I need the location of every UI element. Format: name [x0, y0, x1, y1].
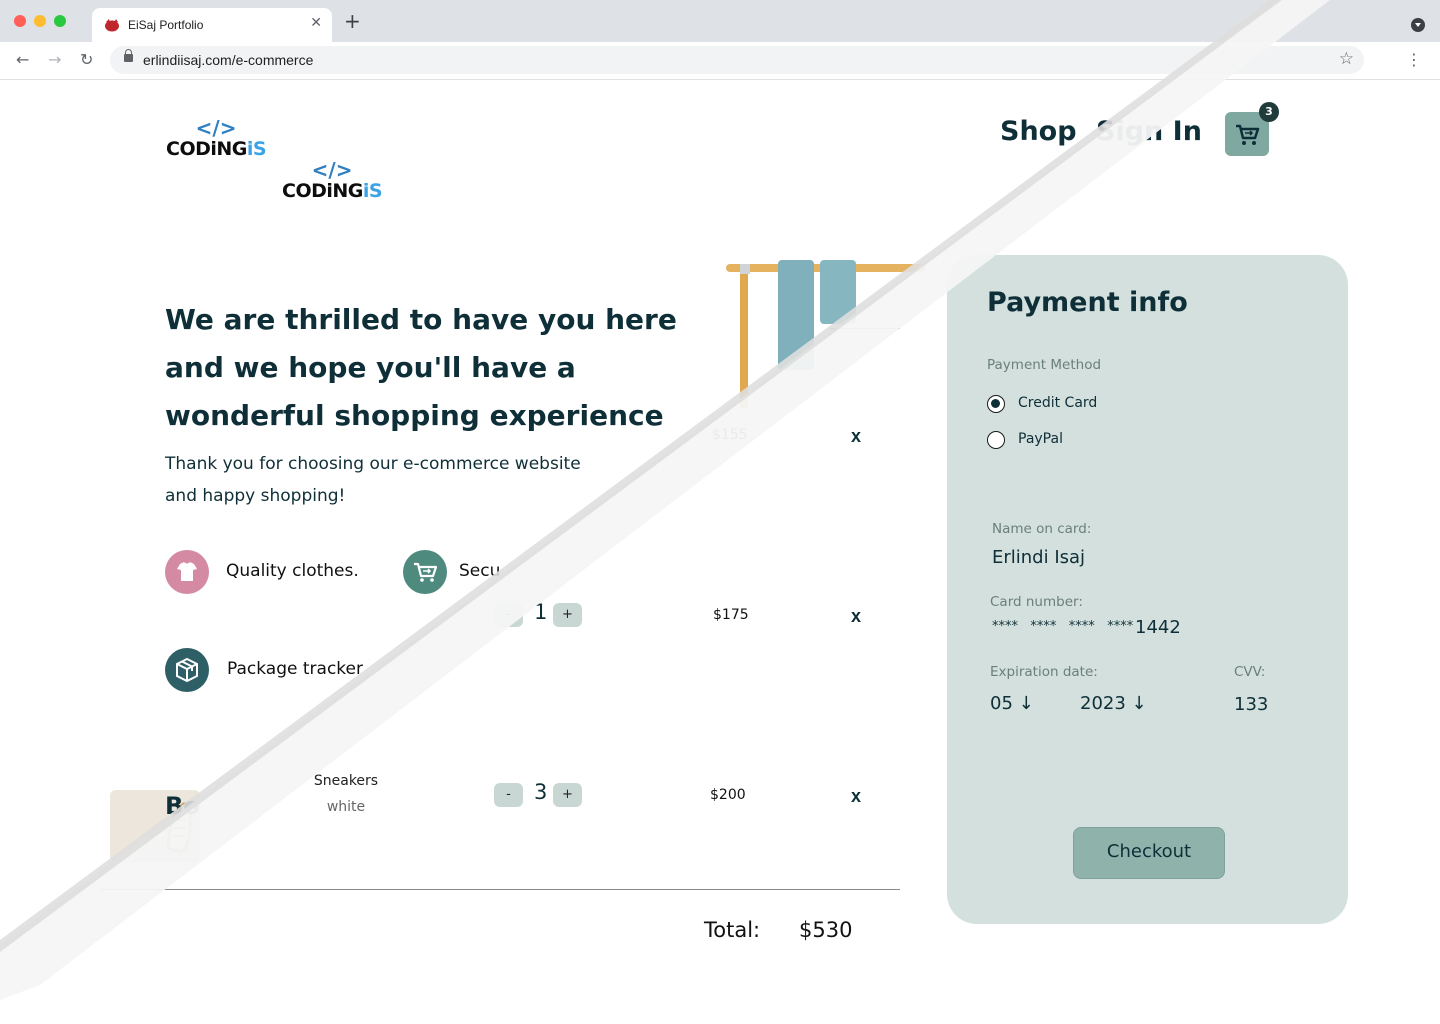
- favicon-icon: [105, 19, 119, 32]
- item-price: $200: [710, 787, 746, 803]
- cvv-label: CVV:: [1234, 664, 1266, 680]
- total-label: Total:: [704, 918, 761, 942]
- maximize-window-button[interactable]: [54, 15, 66, 27]
- card-number-masked[interactable]: **** **** **** ****: [992, 619, 1133, 634]
- address-bar[interactable]: erlindiisaj.com/e-commerce ☆: [110, 46, 1364, 74]
- cart-count-badge: 3: [1259, 102, 1279, 122]
- back-arrow-icon[interactable]: ←: [16, 50, 29, 69]
- cvv-input[interactable]: 133: [1234, 694, 1268, 715]
- checkout-button[interactable]: Checkout: [1073, 827, 1225, 879]
- radio-paypal[interactable]: [987, 431, 1005, 449]
- name-on-card-input[interactable]: Erlindi Isaj: [992, 547, 1085, 568]
- increase-qty-button[interactable]: +: [553, 603, 582, 627]
- close-tab-icon[interactable]: ✕: [310, 15, 322, 31]
- expiration-year-select[interactable]: 2023 ↓: [1080, 693, 1147, 714]
- total-value: $530: [799, 918, 853, 942]
- new-tab-icon[interactable]: +: [344, 11, 361, 31]
- expiration-month-select[interactable]: 05 ↓: [990, 693, 1034, 714]
- tab-title: EiSaj Portfolio: [128, 18, 204, 32]
- expiration-label: Expiration date:: [990, 664, 1098, 680]
- logo-code-icon: </>: [195, 116, 237, 140]
- feature-label: Package tracker: [227, 659, 363, 679]
- tshirt-icon: [165, 550, 209, 594]
- card-number-last4[interactable]: 1442: [1135, 617, 1181, 638]
- bookmark-star-icon[interactable]: ☆: [1339, 49, 1354, 69]
- cart-total-divider: [100, 889, 900, 890]
- browser-tab-bar: EiSaj Portfolio ✕ +: [0, 0, 1440, 42]
- browser-menu-icon[interactable]: ⋮: [1406, 50, 1422, 69]
- url-text: erlindiisaj.com/e-commerce: [143, 52, 314, 68]
- forward-arrow-icon[interactable]: →: [48, 50, 61, 69]
- nav-shop-link[interactable]: Shop: [1000, 116, 1077, 147]
- hero-subtitle: Thank you for choosing our e-commerce we…: [165, 454, 581, 506]
- browser-tab[interactable]: EiSaj Portfolio ✕: [92, 8, 332, 42]
- cart-divider: [830, 328, 900, 329]
- item-color: white: [326, 799, 366, 815]
- remove-item-button[interactable]: x: [851, 786, 861, 807]
- logo[interactable]: </> CODiNGiS: [166, 116, 267, 160]
- decrease-qty-button[interactable]: -: [494, 603, 523, 627]
- tab-search-icon[interactable]: [1411, 18, 1425, 32]
- reload-icon[interactable]: ↻: [80, 50, 93, 69]
- close-window-button[interactable]: [14, 15, 26, 27]
- logo-code-icon: </>: [311, 158, 353, 182]
- nav-sign-in-link[interactable]: Sign In: [1096, 116, 1202, 147]
- lock-icon: [124, 49, 133, 62]
- payment-method-label: Payment Method: [987, 357, 1102, 373]
- card-number-label: Card number:: [990, 594, 1083, 610]
- minimize-window-button[interactable]: [34, 15, 46, 27]
- radio-credit-card[interactable]: [987, 395, 1005, 413]
- increase-qty-button[interactable]: +: [553, 783, 582, 807]
- payment-title: Payment info: [987, 287, 1188, 318]
- remove-item-button[interactable]: x: [851, 606, 861, 627]
- feature-label: Quality clothes.: [226, 561, 359, 581]
- logo-duplicate: </> CODiNGiS: [282, 158, 383, 202]
- logo-wordmark: CODiNGiS: [166, 138, 267, 160]
- hero-title: We are thrilled to have you here and we …: [165, 303, 677, 432]
- radio-label: Credit Card: [1018, 395, 1098, 411]
- name-on-card-label: Name on card:: [992, 521, 1092, 537]
- item-name: Sneakers: [313, 773, 379, 789]
- decrease-qty-button[interactable]: -: [494, 783, 523, 807]
- item-price: $155: [712, 427, 748, 443]
- item-price: $175: [713, 607, 749, 623]
- radio-label: PayPal: [1018, 431, 1063, 447]
- remove-item-button[interactable]: x: [851, 426, 861, 447]
- browser-toolbar: ← → ↻ erlindiisaj.com/e-commerce ☆ ⋮: [0, 42, 1440, 80]
- qty-value: 1: [534, 600, 548, 624]
- payment-panel: Payment info Payment Method Credit Card …: [947, 255, 1348, 924]
- feature-label: Secu: [459, 561, 501, 581]
- package-icon: [165, 648, 209, 692]
- cart-icon: [403, 550, 447, 594]
- logo-wordmark: CODiNGiS: [282, 180, 383, 202]
- item-title-partial: Bo: [165, 792, 200, 820]
- qty-value: 3: [534, 780, 548, 804]
- clothes-rack-image: [726, 260, 926, 408]
